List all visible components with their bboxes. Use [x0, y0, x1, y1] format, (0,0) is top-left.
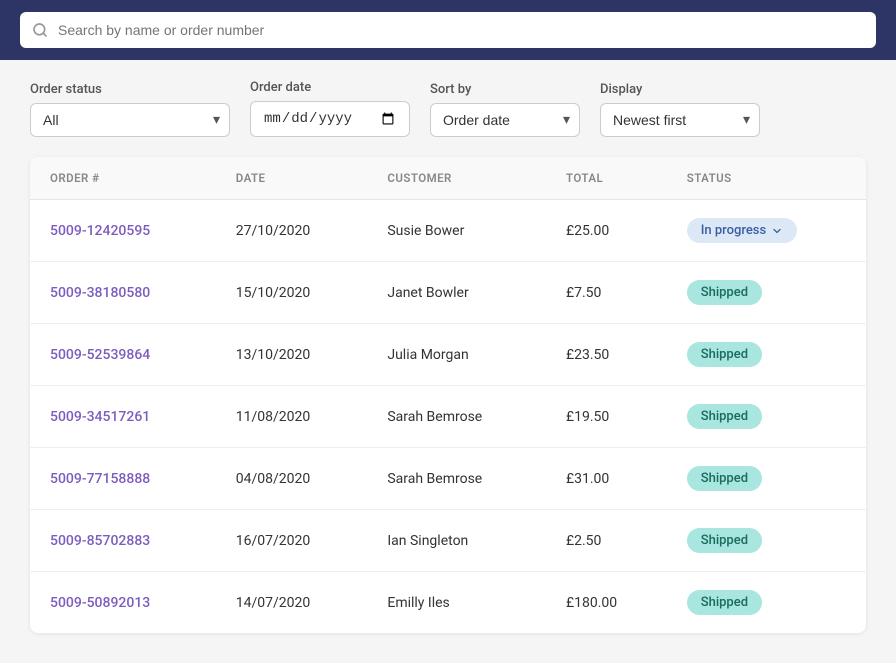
cell-status: Shipped	[667, 448, 866, 510]
cell-status: Shipped	[667, 262, 866, 324]
cell-order: 5009-85702883	[30, 510, 216, 572]
order-status-label: Order status	[30, 82, 230, 97]
filters-bar: Order status All In progress Shipped Can…	[0, 60, 896, 157]
status-badge: Shipped	[687, 280, 762, 305]
orders-table-container: ORDER # DATE CUSTOMER TOTAL STATUS 5009-…	[30, 157, 866, 633]
order-date-label: Order date	[250, 80, 410, 95]
cell-customer: Sarah Bemrose	[367, 386, 546, 448]
cell-status: Shipped	[667, 386, 866, 448]
cell-date: 27/10/2020	[216, 200, 368, 262]
col-status: STATUS	[667, 157, 866, 200]
search-icon	[32, 22, 48, 38]
cell-total: £23.50	[546, 324, 667, 386]
table-row: 5009-12420595 27/10/2020 Susie Bower £25…	[30, 200, 866, 262]
table-row: 5009-34517261 11/08/2020 Sarah Bemrose £…	[30, 386, 866, 448]
display-select[interactable]: Newest first Oldest first	[600, 103, 760, 137]
cell-status: Shipped	[667, 510, 866, 572]
cell-order: 5009-52539864	[30, 324, 216, 386]
cell-total: £25.00	[546, 200, 667, 262]
order-link[interactable]: 5009-50892013	[50, 595, 150, 611]
cell-order: 5009-34517261	[30, 386, 216, 448]
cell-total: £19.50	[546, 386, 667, 448]
sort-by-select[interactable]: Order date Customer Total	[430, 103, 580, 137]
col-date: DATE	[216, 157, 368, 200]
cell-total: £31.00	[546, 448, 667, 510]
display-filter: Display Newest first Oldest first ▾	[600, 82, 760, 137]
table-row: 5009-38180580 15/10/2020 Janet Bowler £7…	[30, 262, 866, 324]
cell-total: £7.50	[546, 262, 667, 324]
order-link[interactable]: 5009-52539864	[50, 347, 150, 363]
status-badge: Shipped	[687, 466, 762, 491]
cell-date: 13/10/2020	[216, 324, 368, 386]
table-row: 5009-77158888 04/08/2020 Sarah Bemrose £…	[30, 448, 866, 510]
cell-status: Shipped	[667, 324, 866, 386]
sort-by-label: Sort by	[430, 82, 580, 97]
table-row: 5009-85702883 16/07/2020 Ian Singleton £…	[30, 510, 866, 572]
cell-date: 15/10/2020	[216, 262, 368, 324]
status-badge: Shipped	[687, 342, 762, 367]
table-row: 5009-50892013 14/07/2020 Emilly Iles £18…	[30, 572, 866, 634]
cell-date: 14/07/2020	[216, 572, 368, 634]
cell-customer: Emilly Iles	[367, 572, 546, 634]
cell-order: 5009-38180580	[30, 262, 216, 324]
cell-date: 04/08/2020	[216, 448, 368, 510]
cell-total: £2.50	[546, 510, 667, 572]
order-date-input[interactable]	[250, 101, 410, 137]
status-badge[interactable]: In progress	[687, 218, 797, 243]
cell-status: In progress	[667, 200, 866, 262]
cell-date: 11/08/2020	[216, 386, 368, 448]
order-date-filter: Order date	[250, 80, 410, 137]
cell-date: 16/07/2020	[216, 510, 368, 572]
order-link[interactable]: 5009-34517261	[50, 409, 150, 425]
cell-customer: Janet Bowler	[367, 262, 546, 324]
col-total: TOTAL	[546, 157, 667, 200]
cell-order: 5009-50892013	[30, 572, 216, 634]
col-order: ORDER #	[30, 157, 216, 200]
cell-order: 5009-77158888	[30, 448, 216, 510]
status-badge: Shipped	[687, 590, 762, 615]
cell-customer: Sarah Bemrose	[367, 448, 546, 510]
table-body: 5009-12420595 27/10/2020 Susie Bower £25…	[30, 200, 866, 634]
sort-by-filter: Sort by Order date Customer Total ▾	[430, 82, 580, 137]
order-link[interactable]: 5009-85702883	[50, 533, 150, 549]
table-header: ORDER # DATE CUSTOMER TOTAL STATUS	[30, 157, 866, 200]
cell-customer: Susie Bower	[367, 200, 546, 262]
cell-order: 5009-12420595	[30, 200, 216, 262]
search-input-wrapper	[20, 12, 876, 48]
orders-table: ORDER # DATE CUSTOMER TOTAL STATUS 5009-…	[30, 157, 866, 633]
search-bar	[0, 0, 896, 60]
cell-total: £180.00	[546, 572, 667, 634]
order-link[interactable]: 5009-77158888	[50, 471, 150, 487]
order-status-filter: Order status All In progress Shipped Can…	[30, 82, 230, 137]
status-badge: Shipped	[687, 528, 762, 553]
col-customer: CUSTOMER	[367, 157, 546, 200]
status-badge: Shipped	[687, 404, 762, 429]
cell-customer: Julia Morgan	[367, 324, 546, 386]
cell-status: Shipped	[667, 572, 866, 634]
order-status-select[interactable]: All In progress Shipped Cancelled	[30, 103, 230, 137]
cell-customer: Ian Singleton	[367, 510, 546, 572]
order-link[interactable]: 5009-12420595	[50, 223, 150, 239]
display-label: Display	[600, 82, 760, 97]
search-input[interactable]	[20, 12, 876, 48]
table-row: 5009-52539864 13/10/2020 Julia Morgan £2…	[30, 324, 866, 386]
order-link[interactable]: 5009-38180580	[50, 285, 150, 301]
